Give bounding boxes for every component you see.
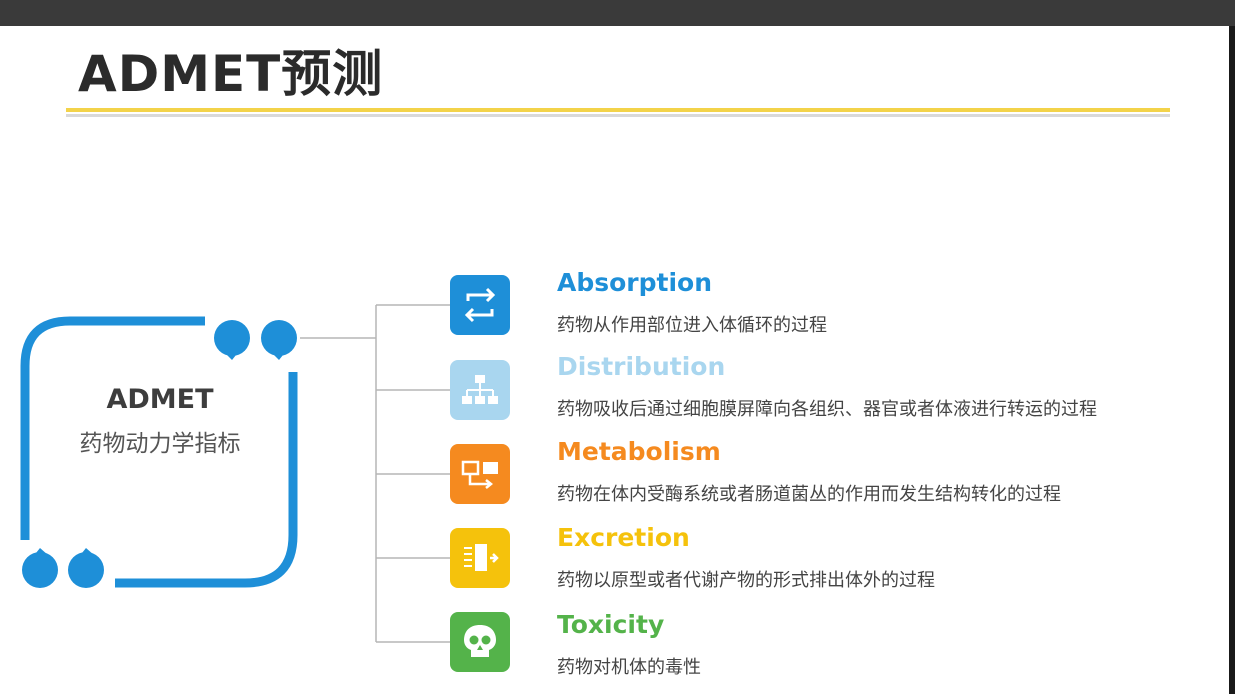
item-title-excretion: Excretion xyxy=(557,523,690,552)
hierarchy-icon xyxy=(450,360,510,420)
item-desc-excretion: 药物以原型或者代谢产物的形式排出体外的过程 xyxy=(557,570,935,591)
export-icon xyxy=(450,528,510,588)
item-title-distribution: Distribution xyxy=(557,352,726,381)
item-title-metabolism: Metabolism xyxy=(557,437,721,466)
item-desc-distribution: 药物吸收后通过细胞膜屏障向各组织、器官或者体液进行转运的过程 xyxy=(557,399,1097,420)
skull-icon xyxy=(450,612,510,672)
item-desc-metabolism: 药物在体内受酶系统或者肠道菌丛的作用而发生结构转化的过程 xyxy=(557,484,1061,505)
item-title-absorption: Absorption xyxy=(557,268,713,297)
quote-close-icon xyxy=(22,548,104,588)
quote-open-icon xyxy=(214,320,297,360)
item-desc-absorption: 药物从作用部位进入体循环的过程 xyxy=(557,315,827,336)
item-desc-toxicity: 药物对机体的毒性 xyxy=(557,657,701,678)
item-title-toxicity: Toxicity xyxy=(557,610,665,639)
flow-icon xyxy=(450,444,510,504)
swap-arrows-icon xyxy=(450,275,510,335)
center-title: ADMET xyxy=(106,384,214,415)
center-subtitle: 药物动力学指标 xyxy=(79,431,241,457)
connector-lines xyxy=(300,304,450,643)
